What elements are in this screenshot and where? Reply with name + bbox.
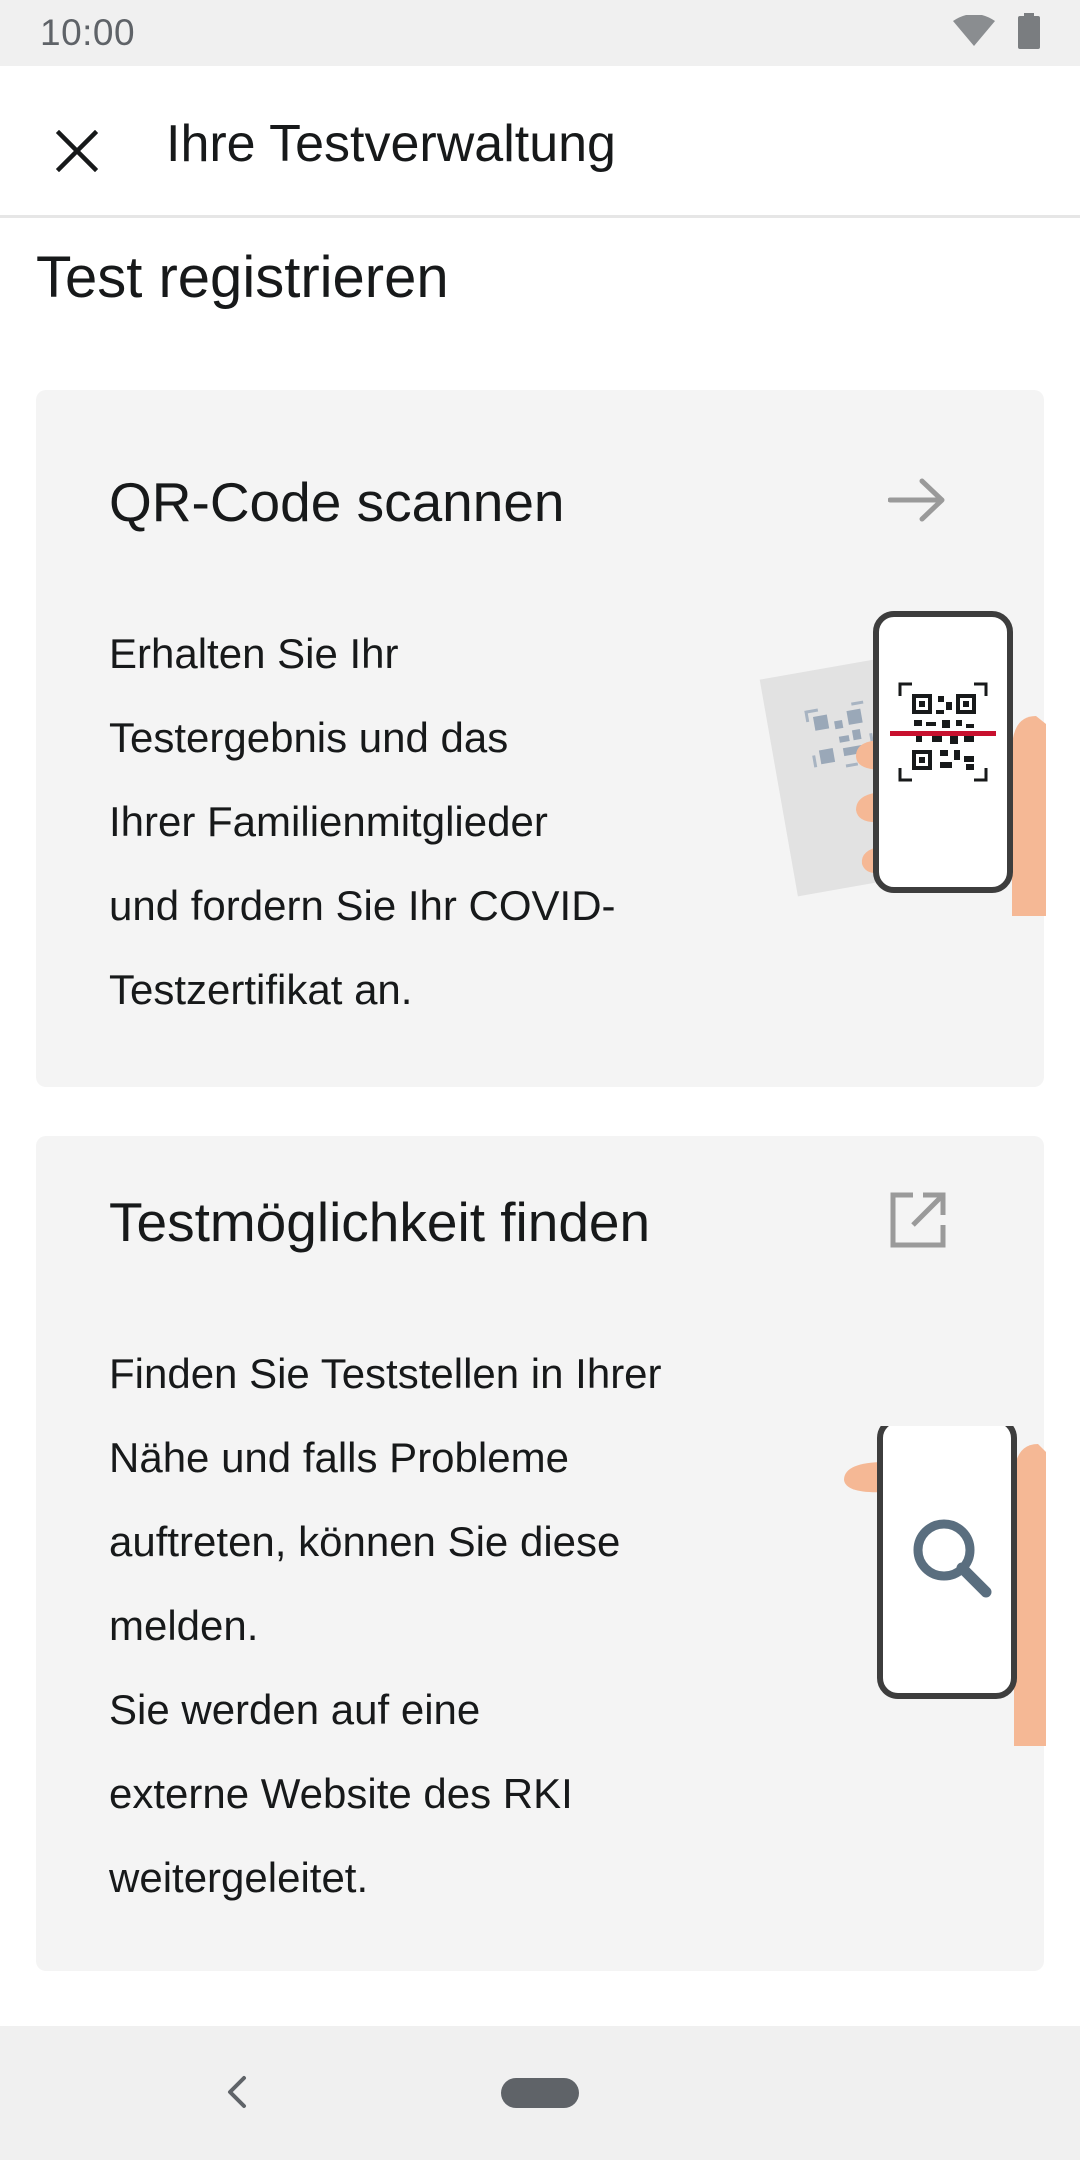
- external-link-icon: [886, 1188, 950, 1252]
- nav-back-button[interactable]: [212, 2066, 262, 2122]
- nav-home-button[interactable]: [501, 2078, 579, 2108]
- card-description: Erhalten Sie Ihr Testergebnis und das Ih…: [109, 630, 616, 1013]
- arrow-right-icon: [886, 468, 950, 532]
- chevron-left-icon: [226, 2075, 248, 2114]
- card-title: QR-Code scannen: [109, 471, 565, 533]
- system-nav-bar: [0, 2026, 1080, 2160]
- phone-search-illustration: [836, 1417, 1046, 1756]
- status-bar: 10:00: [0, 0, 1080, 66]
- card-title: Testmöglichkeit finden: [109, 1191, 651, 1253]
- page-title: Ihre Testverwaltung: [166, 115, 616, 173]
- toolbar: Ihre Testverwaltung: [0, 66, 1080, 218]
- status-icons: [952, 12, 1040, 54]
- wifi-icon: [952, 13, 996, 52]
- section-title: Test registrieren: [36, 245, 449, 310]
- phone-scanning-qr-illustration: [736, 596, 1046, 926]
- screen: 10:00 Ihre Testverwaltung Test registrie…: [0, 0, 1080, 2160]
- battery-icon: [1018, 12, 1040, 54]
- card-description: Finden Sie Teststellen in Ihrer Nähe und…: [109, 1350, 662, 1901]
- close-button[interactable]: [40, 116, 114, 190]
- scan-qr-code-card[interactable]: QR-Code scannen Erhalten Sie Ihr Testerg…: [36, 390, 1046, 1087]
- close-icon: [55, 129, 99, 177]
- status-time: 10:00: [40, 12, 136, 53]
- find-test-site-card[interactable]: Testmöglichkeit finden Finden Sie Testst…: [36, 1136, 1046, 1971]
